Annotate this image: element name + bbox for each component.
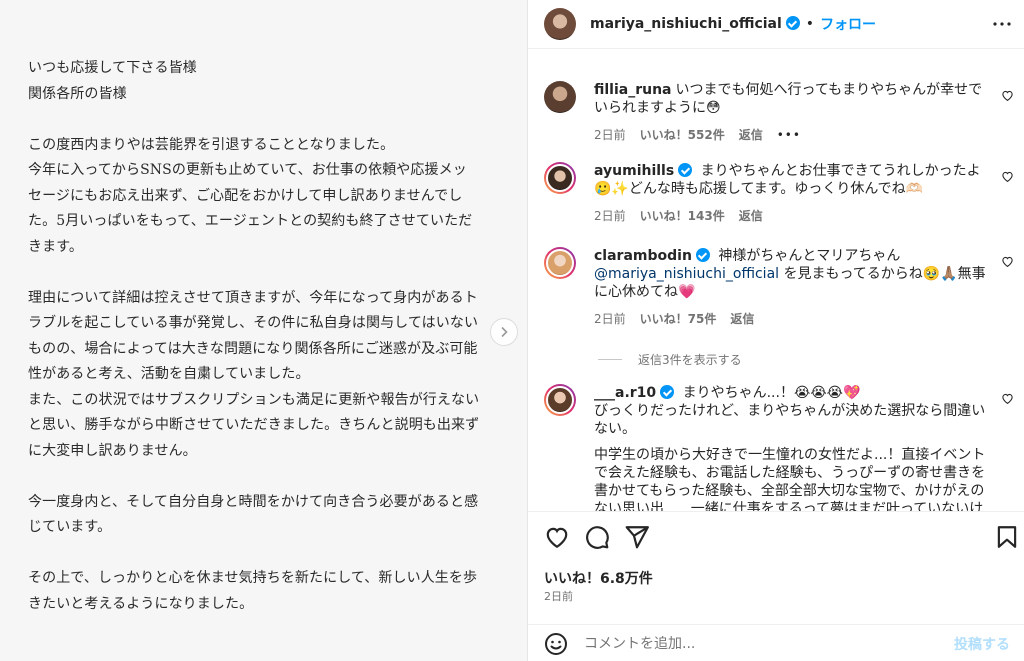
comment-input[interactable] xyxy=(584,635,954,652)
letter-line: 今年に入ってからSNSの更新も止めていて、お仕事の依頼や応援メッ xyxy=(28,162,467,178)
verified-badge-icon xyxy=(660,385,675,399)
share-icon[interactable] xyxy=(624,524,650,550)
author-username-text[interactable]: mariya_nishiuchi_official xyxy=(590,16,782,32)
reply-button[interactable]: 返信 xyxy=(739,207,763,225)
letter-line: また、この状況ではサブスクリプションも満足に更新や報告が行えない xyxy=(28,391,480,408)
comments-list: fillia_runa いつまでも何処へ行ってもまりやちゃんが幸せでいられますよう… xyxy=(528,49,1024,511)
letter-paragraph: この度西内まりやは芸能界を引退することとなりました。今年に入ってからSNSの更新… xyxy=(28,133,498,261)
follow-button[interactable]: フォロー xyxy=(820,14,876,34)
verified-badge-icon xyxy=(678,163,693,177)
heart-icon[interactable] xyxy=(1001,255,1014,268)
letter-line: ものの、場合によっては大きな問題になり関係各所にご迷惑が及ぶ可能 xyxy=(28,340,478,357)
heart-icon[interactable] xyxy=(1001,392,1014,405)
heart-icon[interactable] xyxy=(1001,170,1014,183)
comment-text-line-3: 中学生の頃から大好きで一生憧れの女性だよ...！直接イベントで会えた経験も、お電… xyxy=(594,447,986,511)
commenter-avatar[interactable] xyxy=(544,247,576,279)
comment-likes[interactable]: いいね！143件 xyxy=(640,207,725,225)
letter-text: いつも応援して下さる皆様 関係各所の皆様 この度西内まりやは芸能界を引退することと… xyxy=(28,56,498,617)
letter-line: セージにもお応え出来ず、ご心配をおかけして申し訳ありませんでし xyxy=(28,187,463,204)
comment-likes[interactable]: いいね！75件 xyxy=(640,310,717,328)
comment-likes[interactable]: いいね！552件 xyxy=(640,126,725,144)
letter-line: た。5月いっぱいをもって、エージェントとの契約も終了させていただ xyxy=(28,213,473,229)
bookmark-icon[interactable] xyxy=(994,524,1020,550)
comment-text-before: 神様がちゃんとマリアちゃん xyxy=(718,248,901,264)
more-options-button[interactable] xyxy=(990,12,1014,36)
mention-link[interactable]: @mariya_nishiuchi_official xyxy=(594,266,779,282)
letter-line: きます。 xyxy=(28,238,83,255)
commenter-username-text[interactable]: clarambodin xyxy=(594,248,692,264)
comment-time[interactable]: 2日前 xyxy=(594,310,626,328)
emoji-icon[interactable] xyxy=(544,632,568,656)
commenter-username-text[interactable]: ___a.r10 xyxy=(594,385,656,401)
commenter-avatar[interactable] xyxy=(544,81,576,113)
author-username[interactable]: mariya_nishiuchi_official xyxy=(590,16,800,32)
post-footer: いいね！6.8万件 2日前 投稿する xyxy=(528,511,1024,661)
letter-paragraph: 理由について詳細は控えさせて頂きますが、今年になって身内があるト ラブルを起こして… xyxy=(28,286,498,465)
commenter-avatar[interactable] xyxy=(544,384,576,416)
verified-badge-icon xyxy=(785,16,800,30)
post-media: いつも応援して下さる皆様 関係各所の皆様 この度西内まりやは芸能界を引退することと… xyxy=(0,0,528,661)
commenter-username[interactable]: clarambodin xyxy=(594,248,710,264)
letter-line: きたいと考えるようになりました。 xyxy=(28,595,254,612)
commenter-username[interactable]: ayumihills xyxy=(594,163,693,179)
comment-icon[interactable] xyxy=(584,524,610,550)
comment-options-button[interactable]: ••• xyxy=(777,126,801,144)
letter-line: と思い、勝手ながら中断させていただきました。きちんと説明も出来ず xyxy=(28,417,480,433)
commenter-username[interactable]: fillia_runa xyxy=(594,82,672,98)
view-replies-button[interactable]: 返信3件を表示する xyxy=(598,351,742,368)
comment-composer: 投稿する xyxy=(528,624,1024,661)
commenter-username[interactable]: ___a.r10 xyxy=(594,385,675,401)
letter-line: この度西内まりやは芸能界を引退することとなりました。 xyxy=(28,136,395,153)
verified-badge-icon xyxy=(695,248,710,262)
letter-line: 理由について詳細は控えさせて頂きますが、今年になって身内があるト xyxy=(28,289,478,306)
replies-divider xyxy=(598,359,622,360)
post-sidebar: mariya_nishiuchi_official • フォロー fillia_… xyxy=(528,0,1024,661)
post-header: mariya_nishiuchi_official • フォロー xyxy=(528,0,1024,48)
letter-line: 性があると考え、活動を自粛していました。 xyxy=(28,366,310,382)
heart-icon[interactable] xyxy=(1001,89,1014,102)
post-likes[interactable]: いいね！6.8万件 xyxy=(544,568,653,588)
header-separator: • xyxy=(805,16,815,32)
more-horizontal-icon xyxy=(993,22,1011,26)
post-comment-button[interactable]: 投稿する xyxy=(954,634,1010,654)
reply-button[interactable]: 返信 xyxy=(730,310,754,328)
letter-paragraph: いつも応援して下さる皆様 関係各所の皆様 xyxy=(28,56,498,107)
post-actions xyxy=(544,524,1020,552)
commenter-avatar[interactable] xyxy=(544,162,576,194)
heart-icon[interactable] xyxy=(544,524,570,550)
commenter-username-text[interactable]: ayumihills xyxy=(594,163,674,179)
letter-line: ラブルを起こしている事が発覚し、その件に私自身は関与してはいない xyxy=(28,315,479,331)
letter-line: その上で、しっかりと心を休ませ気持ちを新たにして、新しい人生を歩 xyxy=(28,570,478,586)
comment-time[interactable]: 2日前 xyxy=(594,207,626,225)
comment-text: まりやちゃん...！😭😭😭💖 xyxy=(682,385,861,401)
letter-paragraph: 今一度身内と、そして自分自身と時間をかけて向き合う必要があると感 じています。 xyxy=(28,490,498,541)
next-image-button[interactable] xyxy=(490,318,518,346)
letter-line: 今一度身内と、そして自分自身と時間をかけて向き合う必要があると感 xyxy=(28,493,479,510)
comment-text-line-2: びっくりだったけれど、まりやちゃんが決めた選択なら間違いない。 xyxy=(594,403,986,437)
letter-line: 関係各所の皆様 xyxy=(28,85,127,102)
reply-button[interactable]: 返信 xyxy=(739,126,763,144)
author-avatar[interactable] xyxy=(544,8,576,40)
letter-line: に大変申し訳ありません。 xyxy=(28,442,197,459)
chevron-right-icon xyxy=(501,326,508,338)
view-replies-label[interactable]: 返信3件を表示する xyxy=(638,351,742,368)
letter-line: いつも応援して下さる皆様 xyxy=(28,60,197,76)
post-date[interactable]: 2日前 xyxy=(544,588,573,604)
letter-paragraph: その上で、しっかりと心を休ませ気持ちを新たにして、新しい人生を歩 きたいと考えるよ… xyxy=(28,566,498,617)
comment-time[interactable]: 2日前 xyxy=(594,126,626,144)
letter-line: じています。 xyxy=(28,519,112,535)
